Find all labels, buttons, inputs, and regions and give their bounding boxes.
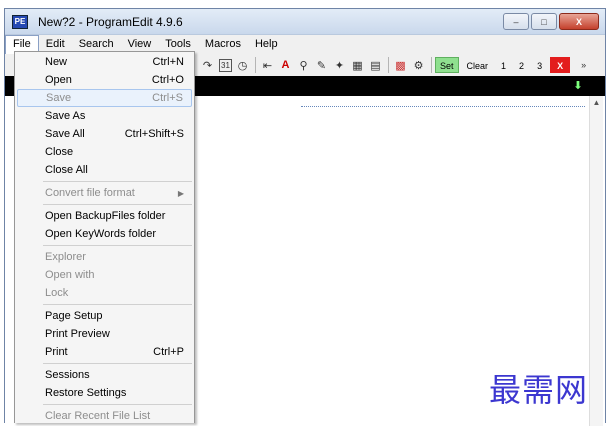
shortcut-label: Ctrl+S bbox=[152, 92, 183, 104]
menu-item-label: Open KeyWords folder bbox=[45, 228, 157, 240]
menu-item-label: Restore Settings bbox=[45, 387, 127, 399]
menu-item-label: Save bbox=[46, 92, 72, 104]
menu-item-label: Save As bbox=[45, 110, 86, 122]
slot-3-button[interactable]: 3 bbox=[532, 57, 547, 73]
menu-item-save[interactable]: Save Ctrl+S bbox=[17, 89, 192, 107]
menu-item-label: Close All bbox=[45, 164, 88, 176]
current-line-indicator bbox=[301, 106, 585, 107]
menu-item-sessions[interactable]: Sessions bbox=[17, 366, 192, 384]
picture-icon[interactable]: ▦ bbox=[349, 57, 366, 74]
menu-item-clear-recent[interactable]: Clear Recent File List bbox=[17, 407, 192, 425]
download-icon[interactable]: ⬇ bbox=[571, 79, 585, 93]
menu-item-label: Lock bbox=[45, 287, 69, 299]
menu-item-explorer[interactable]: Explorer bbox=[17, 248, 192, 266]
file-menu-dropdown: New Ctrl+N Open Ctrl+O Save Ctrl+S Save … bbox=[14, 51, 195, 423]
font-color-icon[interactable]: A bbox=[277, 57, 294, 74]
menu-separator bbox=[43, 204, 192, 205]
scroll-up-icon[interactable]: ▲ bbox=[590, 96, 603, 107]
clear-button[interactable]: Clear bbox=[462, 57, 494, 73]
wand-icon[interactable]: ✦ bbox=[331, 57, 348, 74]
menu-separator bbox=[43, 363, 192, 364]
menu-item-restore-settings[interactable]: Restore Settings bbox=[17, 384, 192, 402]
app-icon: PE bbox=[12, 14, 28, 29]
palette-icon[interactable]: ▩ bbox=[392, 57, 409, 74]
x-button[interactable]: X bbox=[550, 57, 571, 73]
settings-icon[interactable]: ⚙ bbox=[410, 57, 427, 74]
toolbar-overflow-icon[interactable]: » bbox=[581, 60, 586, 70]
menu-separator bbox=[43, 304, 192, 305]
toolbar-separator bbox=[431, 57, 432, 73]
menu-item-label: Open BackupFiles folder bbox=[45, 210, 166, 222]
menu-item-save-as[interactable]: Save As bbox=[17, 107, 192, 125]
menu-item-print[interactable]: Print Ctrl+P bbox=[17, 343, 192, 361]
calendar-icon[interactable]: 31 bbox=[219, 58, 232, 72]
menu-item-close-all[interactable]: Close All bbox=[17, 161, 192, 179]
slot-2-button[interactable]: 2 bbox=[514, 57, 529, 73]
menu-item-label: New bbox=[45, 56, 68, 68]
menu-item-open-with[interactable]: Open with bbox=[17, 266, 192, 284]
menu-item-page-setup[interactable]: Page Setup bbox=[17, 307, 192, 325]
menu-item-label: Print bbox=[45, 346, 68, 358]
menu-item-lock[interactable]: Lock bbox=[17, 284, 192, 302]
menu-separator bbox=[43, 404, 192, 405]
menu-item-label: Save All bbox=[45, 128, 85, 140]
menu-item-label: Sessions bbox=[45, 369, 90, 381]
menu-macros[interactable]: Macros bbox=[198, 35, 248, 54]
shortcut-label: Ctrl+Shift+S bbox=[124, 128, 184, 140]
menu-item-open-keywords-folder[interactable]: Open KeyWords folder bbox=[17, 225, 192, 243]
picture-edit-icon[interactable]: ▤ bbox=[367, 57, 384, 74]
menu-separator bbox=[43, 181, 192, 182]
close-window-button[interactable]: X bbox=[559, 13, 599, 30]
menu-item-label: Page Setup bbox=[45, 310, 103, 322]
toolbar-separator bbox=[255, 57, 256, 73]
menu-item-close[interactable]: Close bbox=[17, 143, 192, 161]
submenu-arrow-icon: ▶ bbox=[177, 188, 184, 198]
toolbar-separator bbox=[388, 57, 389, 73]
bookmark-icon[interactable]: ⇤ bbox=[259, 57, 276, 74]
menu-item-open[interactable]: Open Ctrl+O bbox=[17, 71, 192, 89]
replace-icon[interactable]: ✎ bbox=[313, 57, 330, 74]
menu-item-open-backup-folder[interactable]: Open BackupFiles folder bbox=[17, 207, 192, 225]
redo-icon[interactable]: ↷ bbox=[199, 57, 216, 74]
maximize-button[interactable]: □ bbox=[531, 13, 557, 30]
menu-item-label: Open with bbox=[45, 269, 95, 281]
watermark: 最需网 bbox=[488, 371, 588, 409]
menu-item-label: Convert file format bbox=[45, 187, 135, 199]
set-button[interactable]: Set bbox=[435, 57, 459, 73]
menu-item-label: Open bbox=[45, 74, 72, 86]
minimize-button[interactable]: ‒ bbox=[503, 13, 529, 30]
menu-item-convert-format[interactable]: Convert file format ▶ bbox=[17, 184, 192, 202]
menu-separator bbox=[43, 245, 192, 246]
menu-item-save-all[interactable]: Save All Ctrl+Shift+S bbox=[17, 125, 192, 143]
clock-icon[interactable]: ◷ bbox=[234, 57, 251, 74]
title-bar: PE New?2 - ProgramEdit 4.9.6 ‒ □ X bbox=[5, 9, 605, 35]
menu-item-label: Clear Recent File List bbox=[45, 410, 151, 422]
menu-item-new[interactable]: New Ctrl+N bbox=[17, 53, 192, 71]
vertical-scrollbar[interactable]: ▲ bbox=[589, 96, 603, 426]
menu-item-label: Close bbox=[45, 146, 74, 158]
shortcut-label: Ctrl+P bbox=[153, 346, 184, 358]
menu-item-label: Explorer bbox=[45, 251, 86, 263]
window-controls: ‒ □ X bbox=[503, 13, 599, 30]
shortcut-label: Ctrl+O bbox=[151, 74, 184, 86]
shortcut-label: Ctrl+N bbox=[152, 56, 184, 68]
find-icon[interactable]: ⚲ bbox=[295, 57, 312, 74]
menu-item-print-preview[interactable]: Print Preview bbox=[17, 325, 192, 343]
slot-1-button[interactable]: 1 bbox=[496, 57, 511, 73]
menu-help[interactable]: Help bbox=[248, 35, 285, 54]
window-title: New?2 - ProgramEdit 4.9.6 bbox=[38, 14, 183, 29]
menu-item-label: Print Preview bbox=[45, 328, 110, 340]
